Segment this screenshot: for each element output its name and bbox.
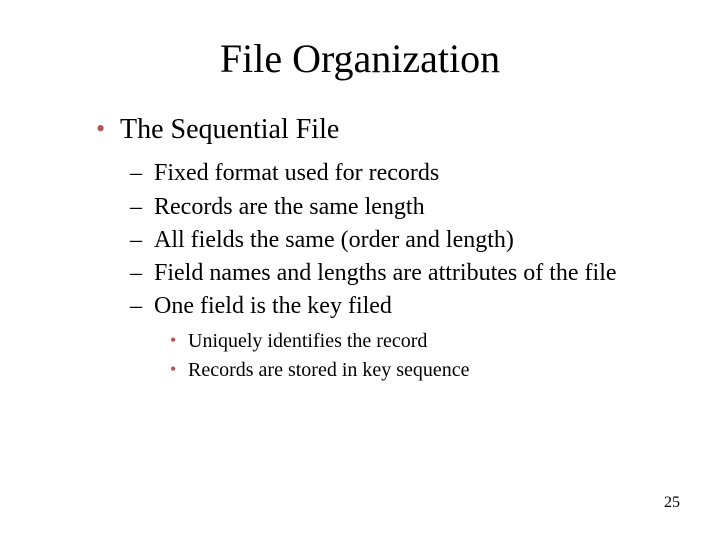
list-item: All fields the same (order and length) (150, 225, 660, 256)
bullet-list-level3: Uniquely identifies the record Records a… (154, 328, 660, 384)
list-item: The Sequential File Fixed format used fo… (120, 112, 660, 384)
bullet-list-level2: Fixed format used for records Records ar… (120, 158, 660, 384)
page-number: 25 (664, 494, 680, 512)
bullet-list-level1: The Sequential File Fixed format used fo… (60, 112, 660, 384)
list-item-text: Field names and lengths are attributes o… (154, 260, 617, 286)
list-item: Uniquely identifies the record (188, 328, 660, 355)
slide: File Organization The Sequential File Fi… (0, 0, 720, 540)
list-item: Records are stored in key sequence (188, 357, 660, 384)
list-item-text: Uniquely identifies the record (188, 330, 427, 352)
slide-title: File Organization (60, 35, 660, 82)
list-item: Records are the same length (150, 192, 660, 223)
list-item-text: Records are the same length (154, 194, 425, 220)
list-item-text: Records are stored in key sequence (188, 359, 470, 381)
list-item-text: The Sequential File (120, 114, 339, 145)
list-item: Fixed format used for records (150, 158, 660, 189)
list-item-text: One field is the key filed (154, 293, 392, 319)
list-item-text: All fields the same (order and length) (154, 227, 514, 253)
list-item-text: Fixed format used for records (154, 160, 439, 186)
list-item: One field is the key filed Uniquely iden… (150, 291, 660, 384)
list-item: Field names and lengths are attributes o… (150, 258, 660, 289)
